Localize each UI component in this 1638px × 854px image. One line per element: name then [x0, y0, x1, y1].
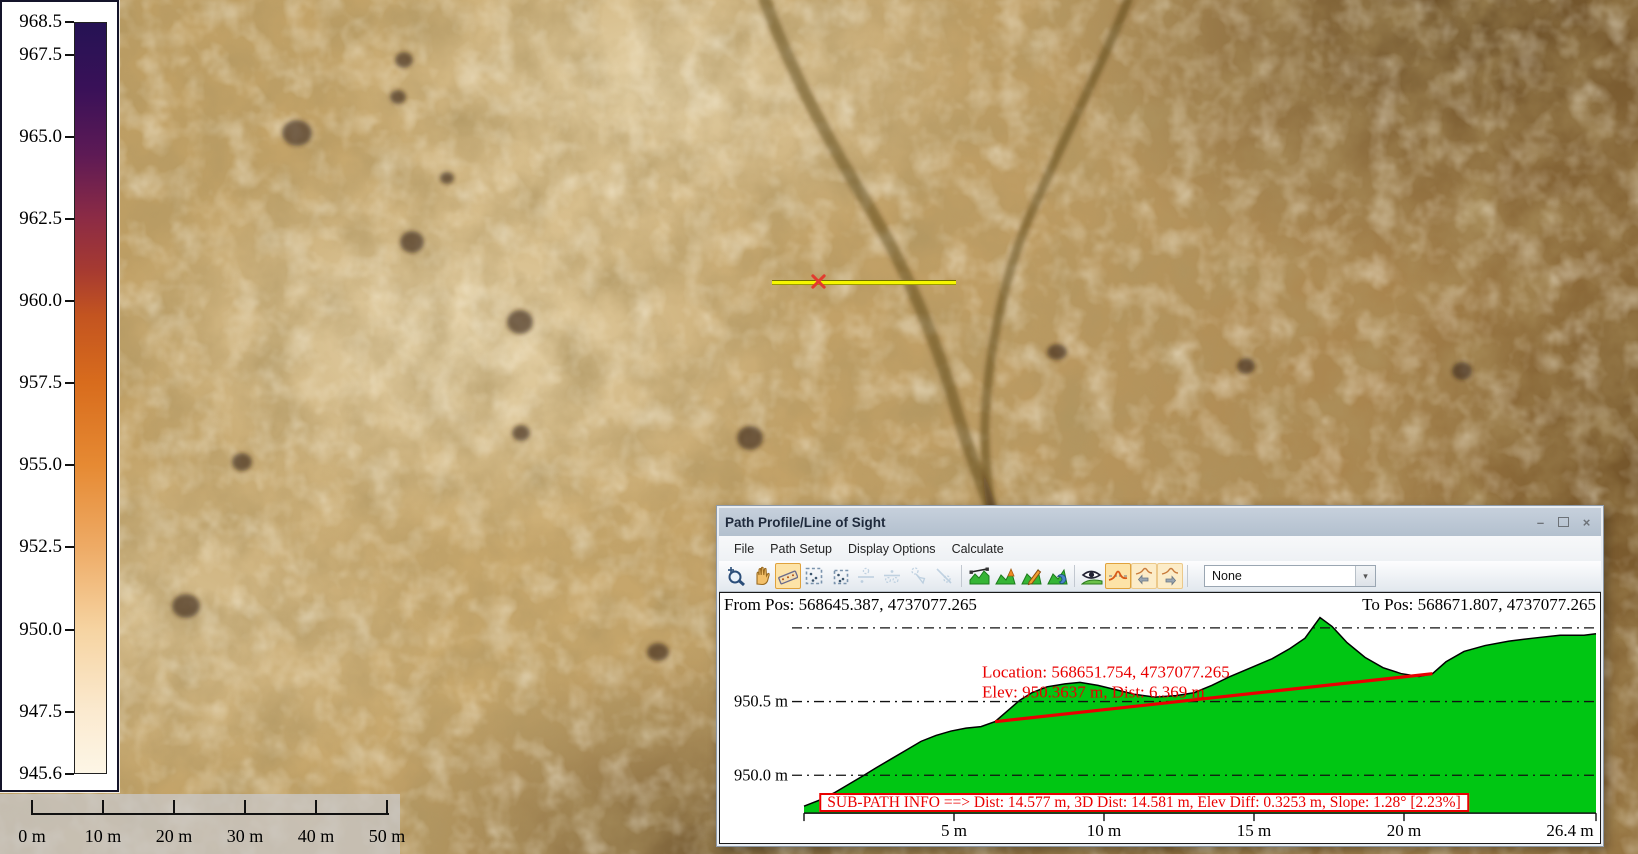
scalebar-tick — [315, 800, 317, 815]
toolbar: None ▾ — [719, 561, 1601, 592]
point-density-icon[interactable] — [879, 563, 905, 589]
subpath-info-box: SUB-PATH INFO ==> Dist: 14.577 m, 3D Dis… — [819, 793, 1469, 812]
x-axis-tick-label: 10 m — [1087, 821, 1121, 840]
x-axis-tick-label: 5 m — [941, 821, 967, 840]
menu-display-options[interactable]: Display Options — [841, 539, 943, 559]
colorbar-tick — [65, 629, 74, 631]
colorbar-tick — [65, 546, 74, 548]
colorbar-tick — [65, 218, 74, 220]
colorbar-tick-label: 955.0 — [2, 455, 62, 475]
colorbar-tick — [65, 300, 74, 302]
colorbar-tick — [65, 711, 74, 713]
profile-chart[interactable]: 950.5 m 950.0 m 5 m 10 m 15 m 20 m 26.4 m From … — [719, 592, 1601, 844]
y-axis-label: 950.0 m — [734, 765, 788, 784]
scalebar-tick — [173, 800, 175, 815]
pick-line-icon[interactable] — [931, 563, 957, 589]
colorbar-tick-label: 950.0 — [2, 620, 62, 640]
toolbar-separator — [1074, 565, 1075, 587]
colorbar-tick-label: 947.5 — [2, 702, 62, 722]
window-titlebar[interactable]: Path Profile/Line of Sight – × — [719, 508, 1601, 536]
elevation-colorbar: 968.5 967.5 965.0 962.5 960.0 957.5 955.0 952.5… — [0, 0, 119, 792]
colorbar-tick-label: 952.5 — [2, 537, 62, 557]
colorbar-tick-label: 962.5 — [2, 209, 62, 229]
scalebar-tick-label: 50 m — [355, 826, 419, 847]
pan-hand-icon[interactable] — [749, 563, 775, 589]
colorbar-tick-label: 968.5 — [2, 12, 62, 32]
profile-draw-icon[interactable] — [1018, 563, 1044, 589]
toolbar-separator — [961, 565, 962, 587]
app-screen: { "map": { "colorbar": { "tick_values": … — [0, 0, 1638, 854]
colorbar-tick-label: 957.5 — [2, 373, 62, 393]
colorbar-tick-label: 965.0 — [2, 127, 62, 147]
chevron-down-icon[interactable]: ▾ — [1355, 566, 1375, 586]
maximize-button[interactable] — [1555, 515, 1572, 530]
colorbar-tick — [65, 54, 74, 56]
layer-dropdown-value: None — [1205, 569, 1355, 583]
y-axis-label: 950.5 m — [734, 692, 788, 711]
profile-peak-icon[interactable] — [992, 563, 1018, 589]
toolbar-separator — [1187, 565, 1188, 587]
scalebar-tick-label: 20 m — [142, 826, 206, 847]
curve-step-forward-icon[interactable] — [1157, 563, 1183, 589]
layer-dropdown[interactable]: None ▾ — [1204, 565, 1376, 587]
scalebar-tick-label: 40 m — [284, 826, 348, 847]
visibility-eye-icon[interactable] — [1079, 563, 1105, 589]
path-profile-window: Path Profile/Line of Sight – × File Path… — [716, 505, 1604, 847]
to-pos-label: To Pos: 568671.807, 4737077.265 — [1362, 595, 1596, 614]
point-spacing-icon[interactable] — [853, 563, 879, 589]
scalebar-tick-label: 30 m — [213, 826, 277, 847]
close-button[interactable]: × — [1578, 515, 1595, 530]
zoom-in-icon[interactable] — [723, 563, 749, 589]
curve-step-back-icon[interactable] — [1131, 563, 1157, 589]
scalebar-tick — [31, 800, 33, 815]
colorbar-tick — [65, 21, 74, 23]
maximize-icon — [1558, 517, 1569, 527]
scalebar-line — [31, 813, 389, 815]
measure-path-icon[interactable] — [775, 563, 801, 589]
scalebar-tick-label: 10 m — [71, 826, 135, 847]
curve-view-icon[interactable] — [1105, 563, 1131, 589]
colorbar-tick-label: 967.5 — [2, 45, 62, 65]
select-region-icon[interactable] — [801, 563, 827, 589]
scalebar-tick — [102, 800, 104, 815]
colorbar-gradient — [74, 22, 107, 774]
colorbar-tick — [65, 382, 74, 384]
colorbar-tick — [65, 464, 74, 466]
from-pos-label: From Pos: 568645.387, 4737077.265 — [724, 595, 977, 614]
menu-file[interactable]: File — [727, 539, 761, 559]
pick-point-icon[interactable] — [905, 563, 931, 589]
scalebar-tick — [244, 800, 246, 815]
menu-path-setup[interactable]: Path Setup — [763, 539, 839, 559]
x-axis-tick-label: 20 m — [1387, 821, 1421, 840]
location-annotation: Location: 568651.754, 4737077.265 — [982, 663, 1230, 682]
select-points-icon[interactable] — [827, 563, 853, 589]
menu-calculate[interactable]: Calculate — [945, 539, 1011, 559]
terrain-area — [804, 618, 1596, 814]
elev-dist-annotation: Elev: 950.3637 m, Dist: 6.369 m — [982, 683, 1205, 702]
scalebar-tick-label: 0 m — [0, 826, 64, 847]
scalebar-tick — [386, 800, 388, 815]
colorbar-tick-label: 960.0 — [2, 291, 62, 311]
map-scalebar: 0 m10 m20 m30 m40 m50 m — [0, 794, 400, 854]
colorbar-tick — [65, 136, 74, 138]
window-title: Path Profile/Line of Sight — [725, 515, 886, 530]
minimize-button[interactable]: – — [1532, 515, 1549, 530]
profile-analyze-icon[interactable] — [1044, 563, 1070, 589]
measure-line[interactable] — [772, 280, 956, 285]
colorbar-tick-label: 945.6 — [2, 764, 62, 784]
x-axis-tick-label: 26.4 m — [1546, 821, 1593, 840]
profile-path-icon[interactable] — [966, 563, 992, 589]
measure-x-marker[interactable] — [810, 273, 827, 290]
colorbar-tick — [65, 773, 74, 775]
x-axis-tick-label: 15 m — [1237, 821, 1271, 840]
menubar: File Path Setup Display Options Calculat… — [719, 536, 1601, 561]
